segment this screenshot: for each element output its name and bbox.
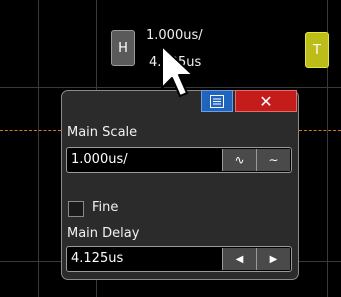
grid-line	[38, 0, 39, 297]
coarse-scale-button[interactable]: ∼	[256, 149, 290, 171]
main-delay-label: Main Delay	[67, 226, 140, 241]
trigger-level-line	[299, 130, 341, 131]
arrow-right-icon: ▶	[269, 253, 278, 265]
delay-left-button[interactable]: ◀	[222, 248, 256, 270]
main-scale-label: Main Scale	[67, 125, 138, 140]
close-button[interactable]: ✕	[235, 90, 297, 112]
main-scale-field[interactable]: 1.000us/ ∿ ∼	[66, 147, 292, 173]
arrow-left-icon: ◀	[235, 253, 244, 265]
close-icon: ✕	[259, 91, 273, 111]
trigger-button-label: T	[313, 42, 321, 58]
main-delay-field[interactable]: 4.125us ◀ ▶	[66, 246, 292, 272]
horizontal-settings-panel: ✕ Main Scale 1.000us/ ∿ ∼ Fine Main Dela…	[61, 90, 299, 280]
fine-label: Fine	[92, 200, 119, 215]
main-delay-value: 4.125us	[71, 251, 124, 266]
fine-wave-icon: ∿	[234, 153, 245, 167]
main-scale-value: 1.000us/	[71, 152, 128, 167]
fine-scale-button[interactable]: ∿	[222, 149, 256, 171]
mouse-pointer-icon	[161, 45, 194, 97]
delay-right-button[interactable]: ▶	[256, 248, 290, 270]
coarse-wave-icon: ∼	[268, 153, 279, 167]
horizontal-button[interactable]: H	[111, 30, 135, 66]
horizontal-button-label: H	[118, 40, 128, 56]
trigger-button[interactable]: T	[305, 32, 329, 68]
menu-button[interactable]	[201, 90, 233, 112]
trigger-level-line	[0, 130, 61, 131]
menu-list-icon	[210, 94, 224, 108]
fine-checkbox[interactable]	[68, 201, 84, 217]
